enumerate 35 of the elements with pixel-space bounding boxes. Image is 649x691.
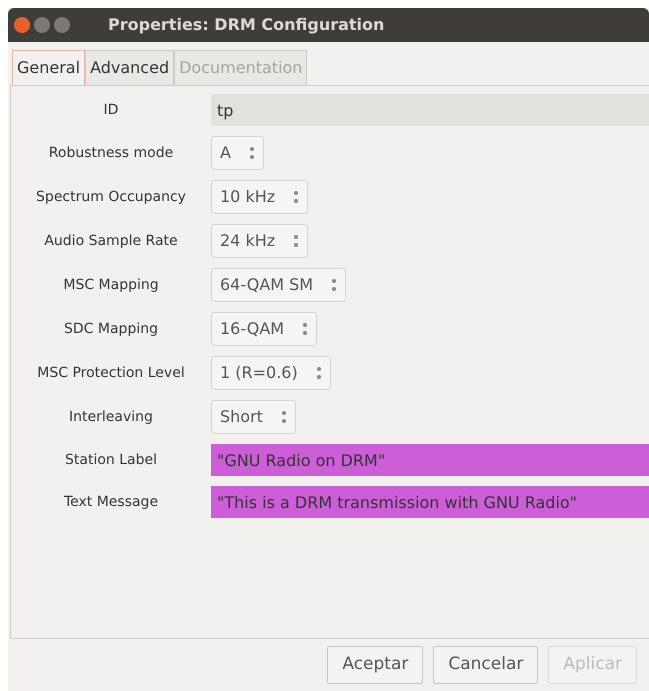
field-label: SDC Mapping bbox=[63, 320, 159, 338]
dropdown[interactable]: 10 kHz bbox=[211, 180, 308, 214]
field-label: Text Message bbox=[62, 492, 160, 512]
tab[interactable]: General bbox=[12, 50, 86, 85]
dialog-button[interactable]: Cancelar bbox=[433, 646, 538, 684]
text-field[interactable]: "GNU Radio on DRM" bbox=[211, 444, 649, 476]
field-label: ID bbox=[102, 100, 120, 120]
field-label: Interleaving bbox=[68, 408, 154, 426]
field-label: MSC Protection Level bbox=[36, 364, 186, 382]
spinner-icon bbox=[293, 190, 300, 204]
minimize-button[interactable] bbox=[34, 17, 50, 33]
field-label: Robustness mode bbox=[48, 144, 174, 162]
tab[interactable]: Advanced bbox=[85, 50, 174, 85]
spinner-icon bbox=[293, 234, 300, 248]
field-label: Audio Sample Rate bbox=[43, 232, 179, 250]
dropdown[interactable]: 24 kHz bbox=[211, 224, 308, 258]
text-field[interactable]: tp bbox=[211, 94, 649, 126]
dropdown[interactable]: A bbox=[211, 136, 264, 170]
maximize-button[interactable] bbox=[54, 17, 70, 33]
spinner-icon bbox=[302, 322, 308, 336]
spinner-icon bbox=[316, 366, 322, 380]
window-title: Properties: DRM Configuration bbox=[108, 14, 384, 36]
dropdown[interactable]: 16-QAM bbox=[211, 312, 318, 346]
dropdown[interactable]: 1 (R=0.6) bbox=[211, 356, 331, 390]
spinner-icon bbox=[331, 278, 338, 292]
text-field[interactable]: "This is a DRM transmission with GNU Radio" bbox=[211, 486, 649, 518]
dropdown[interactable]: 64-QAM SM bbox=[211, 268, 346, 302]
field-label: MSC Mapping bbox=[62, 276, 160, 294]
dialog-button[interactable]: Aceptar bbox=[327, 646, 424, 684]
close-button[interactable] bbox=[14, 17, 30, 33]
dropdown[interactable]: Short bbox=[211, 400, 296, 434]
field-label: Station Label bbox=[64, 450, 158, 470]
spinner-icon bbox=[280, 410, 287, 424]
spinner-icon bbox=[248, 146, 255, 160]
field-label: Spectrum Occupancy bbox=[35, 188, 187, 206]
